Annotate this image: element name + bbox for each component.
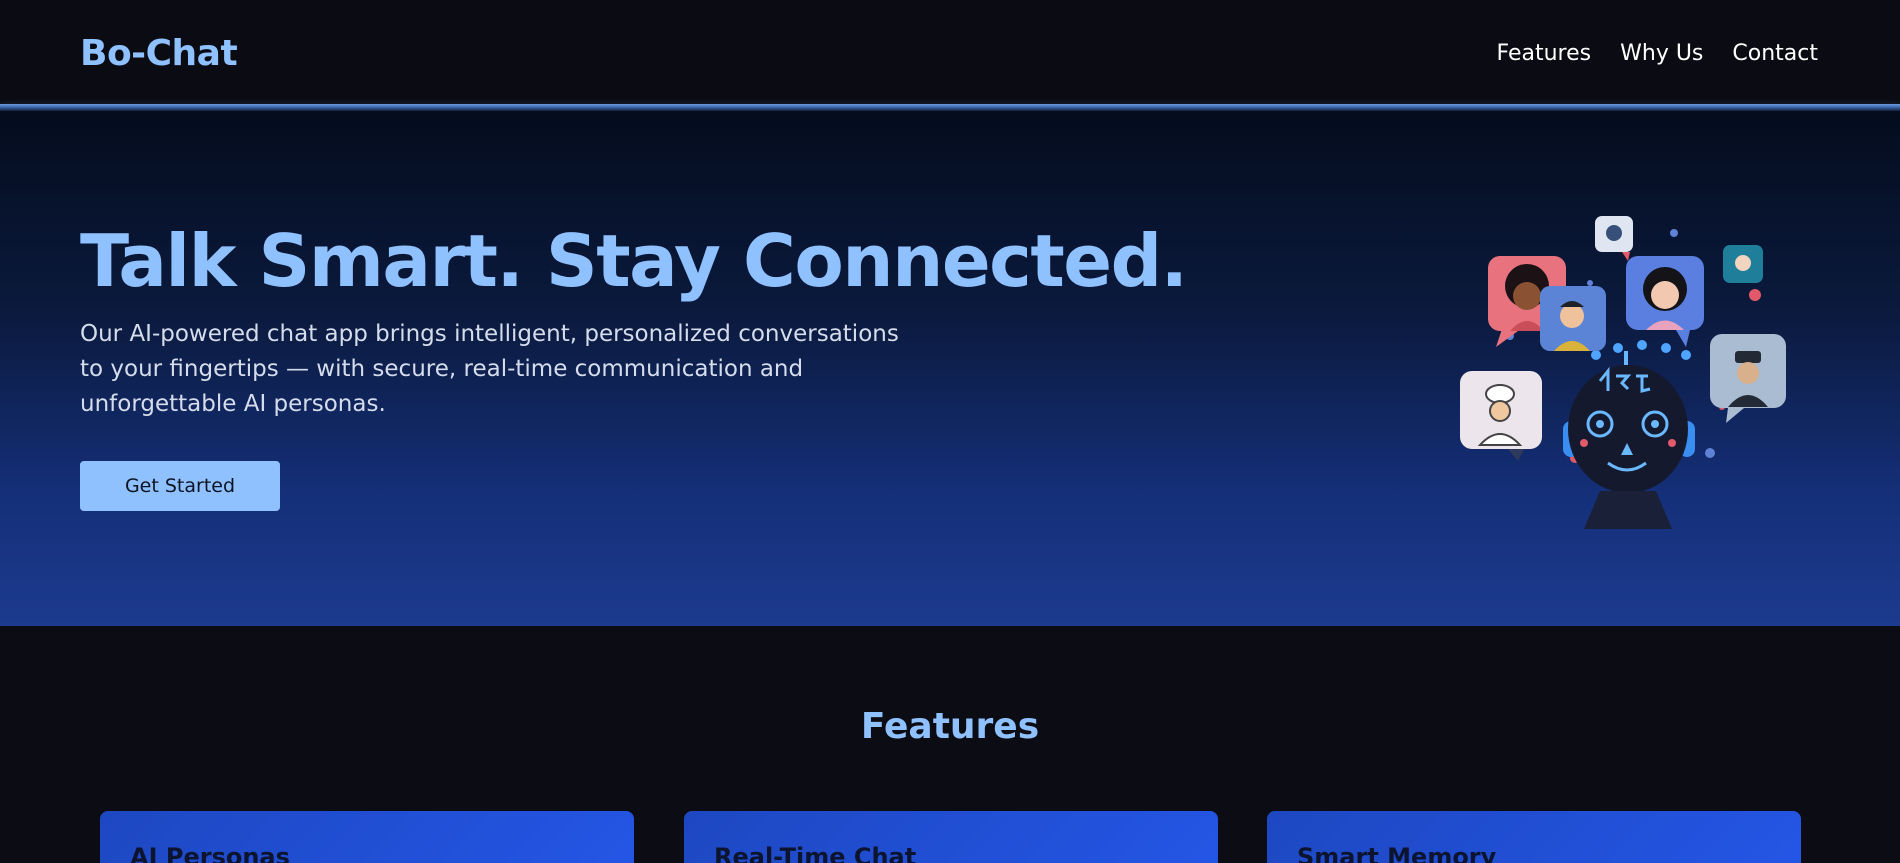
feature-card-title: Smart Memory xyxy=(1297,843,1497,863)
nav-features-link[interactable]: Features xyxy=(1497,41,1592,66)
nav-why-us-link[interactable]: Why Us xyxy=(1620,41,1703,66)
nav-contact-link[interactable]: Contact xyxy=(1732,41,1818,66)
hero-title: Talk Smart. Stay Connected. xyxy=(80,219,1188,303)
brand-logo[interactable]: Bo-Chat xyxy=(80,33,238,74)
hero-description: Our AI-powered chat app brings intellige… xyxy=(80,321,899,417)
ai-chat-illustration xyxy=(1460,216,1786,529)
feature-card-title: Real-Time Chat xyxy=(714,843,917,863)
header-divider xyxy=(0,104,1900,111)
features-heading: Features xyxy=(860,706,1040,747)
main-nav: Features Why Us Contact xyxy=(1497,41,1818,66)
feature-card-real-time-chat: Real-Time Chat xyxy=(684,811,1218,863)
feature-card-title: AI Personas xyxy=(130,843,290,863)
feature-card-smart-memory: Smart Memory xyxy=(1267,811,1801,863)
feature-card-ai-personas: AI Personas xyxy=(100,811,634,863)
hero-section: Talk Smart. Stay Connected. Our AI-power… xyxy=(0,111,1900,626)
site-header: Bo-Chat Features Why Us Contact xyxy=(0,0,1900,106)
get-started-button[interactable]: Get Started xyxy=(80,461,280,511)
